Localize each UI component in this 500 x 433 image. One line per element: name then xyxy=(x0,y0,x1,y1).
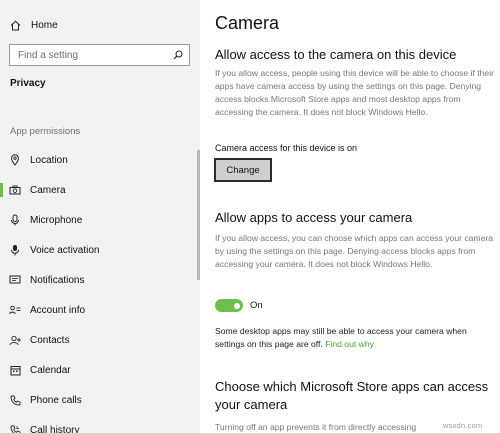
sidebar-item-label: Contacts xyxy=(30,334,70,346)
sidebar-item-location[interactable]: Location xyxy=(0,148,197,172)
change-button[interactable]: Change xyxy=(214,158,272,182)
watermark: wsxdn.com xyxy=(443,421,483,430)
sidebar-item-notifications[interactable]: Notifications xyxy=(0,268,197,292)
home-label: Home xyxy=(31,19,58,31)
sidebar-item-microphone[interactable]: Microphone xyxy=(0,208,197,232)
sidebar-item-label: Notifications xyxy=(30,274,85,286)
sidebar-scrollbar[interactable] xyxy=(197,150,200,280)
microphone-icon xyxy=(11,214,19,226)
phone-calls-icon xyxy=(10,395,20,405)
sidebar-item-label: Location xyxy=(30,154,68,166)
search-placeholder: Find a setting xyxy=(18,49,79,61)
sidebar-item-call-history[interactable]: Call history xyxy=(0,418,197,433)
voice-activation-icon xyxy=(11,245,19,256)
page-title: Camera xyxy=(215,13,280,33)
sidebar-item-label: Microphone xyxy=(30,214,83,226)
apps-access-description: If you allow access, you can choose whic… xyxy=(215,233,494,269)
location-icon xyxy=(10,154,20,166)
search-icon xyxy=(173,50,183,60)
sidebar-item-label: Account info xyxy=(30,304,86,316)
sidebar-item-label: Voice activation xyxy=(30,244,100,256)
sidebar-item-label: Phone calls xyxy=(30,394,82,406)
sidebar-item-voice-activation[interactable]: Voice activation xyxy=(0,238,197,262)
active-indicator xyxy=(0,183,3,197)
sidebar-item-phone-calls[interactable]: Phone calls xyxy=(0,388,197,412)
apps-access-heading: Allow apps to access your camera xyxy=(215,210,413,225)
contacts-icon xyxy=(9,335,21,345)
account-info-icon xyxy=(9,305,21,315)
sidebar: Home Find a setting Privacy App permissi… xyxy=(0,0,200,433)
home-link[interactable]: Home xyxy=(10,16,58,34)
call-history-icon xyxy=(10,425,20,433)
section-title: Privacy xyxy=(10,78,46,89)
device-access-description: If you allow access, people using this d… xyxy=(215,68,494,117)
camera-access-toggle[interactable] xyxy=(215,299,243,312)
sidebar-item-account-info[interactable]: Account info xyxy=(0,298,197,322)
sidebar-item-label: Calendar xyxy=(30,364,71,376)
sidebar-item-label: Call history xyxy=(30,424,80,433)
search-input[interactable]: Find a setting xyxy=(9,44,190,66)
device-access-status: Camera access for this device is on xyxy=(215,143,358,153)
camera-icon xyxy=(9,185,21,195)
store-apps-heading: Choose which Microsoft Store apps can ac… xyxy=(215,379,489,412)
sidebar-item-contacts[interactable]: Contacts xyxy=(0,328,197,352)
find-out-why-link[interactable]: Find out why xyxy=(325,339,374,349)
notifications-icon xyxy=(9,275,21,284)
desktop-apps-note: Some desktop apps may still be able to a… xyxy=(215,325,495,351)
group-label: App permissions xyxy=(10,126,81,137)
home-icon xyxy=(10,20,21,30)
calendar-icon xyxy=(10,365,20,375)
sidebar-item-calendar[interactable]: Calendar xyxy=(0,358,197,382)
toggle-state-label: On xyxy=(250,300,263,311)
toggle-knob xyxy=(234,302,240,309)
sidebar-item-camera[interactable]: Camera xyxy=(0,178,197,202)
sidebar-item-label: Camera xyxy=(30,184,66,196)
device-access-heading: Allow access to the camera on this devic… xyxy=(215,47,457,62)
